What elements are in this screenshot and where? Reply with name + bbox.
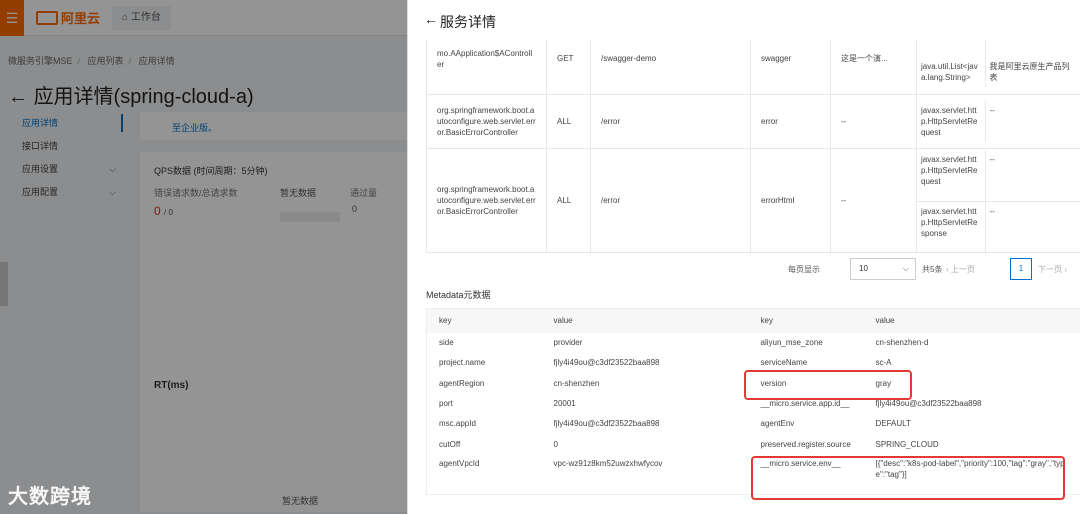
watermark: 大数跨境 — [8, 486, 92, 508]
column-header: key — [748, 308, 864, 333]
column-header: value — [863, 308, 1080, 333]
prev-page-button[interactable]: ‹ 上一页 — [946, 264, 975, 275]
meta-value: DEFAULT — [875, 419, 911, 429]
per-page-select[interactable]: 10 ⌵ — [850, 258, 916, 280]
path-cell: /error — [590, 148, 751, 253]
total-count: 共5条 — [922, 265, 943, 274]
table-header-row: key value key value — [426, 308, 1080, 333]
table-row: cutOff 0 preserved.register.source SPRING_C… — [427, 434, 1080, 454]
params-cell: javax.servlet.http.HttpServletRequest -- — [916, 94, 1080, 149]
meta-value: fjly4i49ou@c3df23522baa898 — [553, 419, 660, 429]
meta-value: fjly4i49ou@c3df23522baa898 — [553, 358, 660, 368]
meta-key: preserved.register.source — [760, 439, 851, 449]
chevron-down-icon: ⌵ — [902, 264, 909, 273]
highlight-env-row — [751, 456, 1065, 500]
param-type: javax.servlet.http.HttpServletResponse — [917, 201, 986, 252]
meta-key: msc.appId — [439, 419, 476, 429]
meta-key: cutOff — [439, 439, 461, 449]
drawer-title: 服务详情 — [440, 14, 496, 30]
meta-key: side — [439, 338, 454, 348]
table-row: msc.appId fjly4i49ou@c3df23522baa898 agent… — [427, 414, 1080, 434]
service-detail-drawer: mo.AApplication$AController GET /swagger… — [407, 0, 1080, 514]
param-type: javax.servlet.http.HttpServletRequest — [917, 101, 986, 142]
table-row: org.springframework.boot.autoconfigure.w… — [426, 94, 1080, 149]
meta-value: vpc-wz91z8km52uwzxhwfycov — [553, 459, 663, 469]
meta-key: agentVpcId — [439, 459, 480, 469]
meta-value: cn-shenzhen — [553, 378, 600, 388]
column-header: value — [541, 308, 749, 333]
meta-value: provider — [553, 338, 583, 348]
meta-key: aliyun_mse_zone — [760, 338, 823, 348]
meta-value: 20001 — [553, 399, 576, 409]
pagination: 每页显示 10 ⌵ 共5条 ‹ 上一页 1 下一页 › — [426, 258, 1080, 282]
params-cell: javax.servlet.http.HttpServletRequest --… — [916, 148, 1080, 253]
param-type: javax.servlet.http.HttpServletRequest — [917, 149, 986, 202]
method-cell: ALL — [546, 148, 591, 253]
param-desc: -- — [989, 207, 995, 216]
per-page-label: 每页显示 — [788, 265, 820, 274]
page-number-button[interactable]: 1 — [1010, 258, 1032, 280]
api-table: mo.AApplication$AController GET /swagger… — [426, 22, 1080, 253]
method-cell: ALL — [546, 94, 591, 149]
modal-overlay[interactable] — [0, 0, 407, 514]
meta-key: agentRegion — [439, 378, 485, 388]
desc-cell: -- — [830, 148, 917, 253]
next-page-button[interactable]: 下一页 › — [1038, 264, 1067, 275]
meta-value: cn-shenzhen-d — [875, 338, 929, 348]
table-row: side provider aliyun_mse_zone cn-shenzhen-d — [427, 333, 1080, 353]
name-cell: errorHtml — [750, 148, 831, 253]
meta-value: 0 — [553, 439, 558, 449]
class-cell: org.springframework.boot.autoconfigure.w… — [426, 148, 547, 253]
metadata-title: Metadata元数据 — [426, 290, 491, 300]
meta-key: port — [439, 399, 453, 409]
table-row: org.springframework.boot.autoconfigure.w… — [426, 148, 1080, 253]
drawer-header: ← 服务详情 — [408, 0, 1080, 40]
meta-key: agentEnv — [760, 419, 795, 429]
name-cell: error — [750, 94, 831, 149]
back-arrow-icon[interactable]: ← — [424, 11, 438, 27]
column-header: key — [426, 308, 542, 333]
meta-value: SPRING_CLOUD — [875, 439, 939, 449]
highlight-version-row — [744, 370, 912, 400]
class-cell: org.springframework.boot.autoconfigure.w… — [426, 94, 547, 149]
path-cell: /error — [590, 94, 751, 149]
param-desc: -- — [985, 149, 1080, 202]
param-desc: -- — [989, 106, 995, 115]
desc-cell: -- — [830, 94, 917, 149]
meta-key: project.name — [439, 358, 486, 368]
